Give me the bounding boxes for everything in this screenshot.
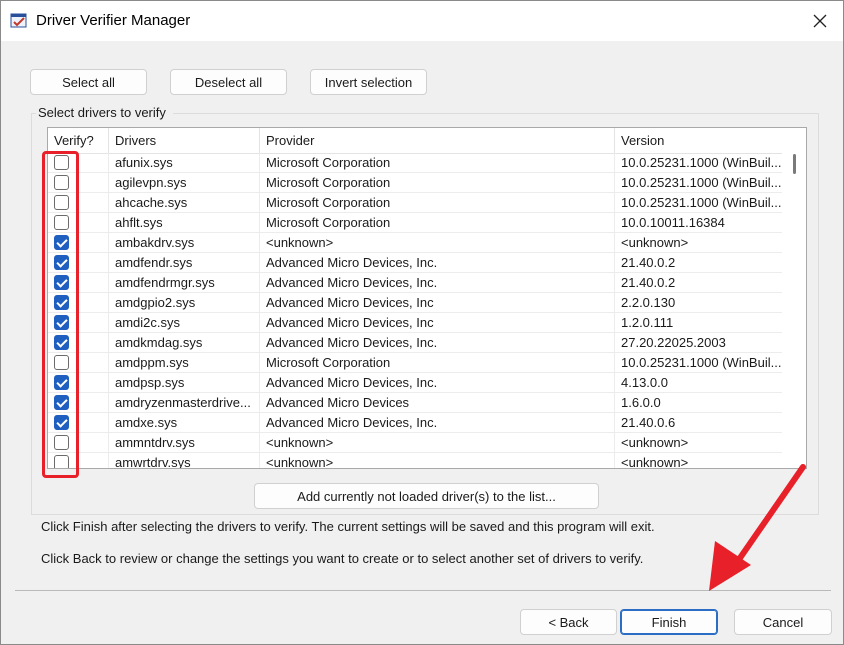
driver-provider: Microsoft Corporation bbox=[260, 213, 615, 232]
driver-name: amdkmdag.sys bbox=[109, 333, 260, 352]
driver-name: amwrtdrv.sys bbox=[109, 453, 260, 468]
driver-name: agilevpn.sys bbox=[109, 173, 260, 192]
cancel-button[interactable]: Cancel bbox=[734, 609, 832, 635]
driver-provider: <unknown> bbox=[260, 233, 615, 252]
driver-version: 21.40.0.2 bbox=[621, 275, 676, 290]
driver-provider: Advanced Micro Devices, Inc. bbox=[260, 413, 615, 432]
scrollbar-thumb[interactable] bbox=[793, 154, 796, 174]
driver-provider: Microsoft Corporation bbox=[260, 353, 615, 372]
driver-name: amdpsp.sys bbox=[109, 373, 260, 392]
table-row[interactable]: afunix.sys Microsoft Corporation 10.0.2523… bbox=[48, 153, 782, 173]
add-not-loaded-drivers-button[interactable]: Add currently not loaded driver(s) to th… bbox=[254, 483, 599, 509]
title-bar: Driver Verifier Manager bbox=[1, 1, 843, 41]
finish-info-text: Click Finish after selecting the drivers… bbox=[41, 519, 655, 534]
close-icon bbox=[813, 14, 827, 28]
driver-name: ammntdrv.sys bbox=[109, 433, 260, 452]
table-row[interactable]: amdfendr.sys Advanced Micro Devices, Inc.… bbox=[48, 253, 782, 273]
driver-version: 27.20.22025.2003 bbox=[621, 335, 726, 350]
list-header: Verify? Drivers Provider Version bbox=[48, 128, 782, 154]
driver-name: amdppm.sys bbox=[109, 353, 260, 372]
driver-name: amdi2c.sys bbox=[109, 313, 260, 332]
table-row[interactable]: amdppm.sys Microsoft Corporation 10.0.2523… bbox=[48, 353, 782, 373]
driver-provider: Advanced Micro Devices, Inc. bbox=[260, 253, 615, 272]
driver-verifier-window: Driver Verifier Manager Select all Desel… bbox=[0, 0, 844, 645]
window-title: Driver Verifier Manager bbox=[36, 12, 191, 29]
driver-provider: <unknown> bbox=[260, 433, 615, 452]
driver-provider: Microsoft Corporation bbox=[260, 153, 615, 172]
select-all-button[interactable]: Select all bbox=[30, 69, 147, 95]
driver-name: ahcache.sys bbox=[109, 193, 260, 212]
driver-verifier-app-icon bbox=[10, 12, 28, 30]
driver-name: amdfendr.sys bbox=[109, 253, 260, 272]
driver-version: <unknown> bbox=[621, 235, 689, 250]
driver-provider: Microsoft Corporation bbox=[260, 193, 615, 212]
driver-provider: Advanced Micro Devices, Inc bbox=[260, 293, 615, 312]
driver-version: 10.0.25231.1000 (WinBuil... bbox=[621, 155, 782, 170]
table-row[interactable]: ambakdrv.sys <unknown> <unknown> bbox=[48, 233, 782, 253]
table-row[interactable]: ammntdrv.sys <unknown> <unknown> bbox=[48, 433, 782, 453]
vertical-scrollbar[interactable] bbox=[782, 128, 806, 468]
driver-version: 1.6.0.0 bbox=[621, 395, 661, 410]
header-provider[interactable]: Provider bbox=[260, 128, 615, 153]
table-row[interactable]: agilevpn.sys Microsoft Corporation 10.0.25… bbox=[48, 173, 782, 193]
table-row[interactable]: amdkmdag.sys Advanced Micro Devices, Inc.… bbox=[48, 333, 782, 353]
driver-name: amdryzenmasterdrive... bbox=[109, 393, 260, 412]
driver-provider: Advanced Micro Devices bbox=[260, 393, 615, 412]
driver-version: 21.40.0.2 bbox=[621, 255, 676, 270]
driver-name: amdxe.sys bbox=[109, 413, 260, 432]
driver-name: amdfendrmgr.sys bbox=[109, 273, 260, 292]
annotation-arrow-icon bbox=[709, 464, 806, 591]
finish-button[interactable]: Finish bbox=[620, 609, 718, 635]
driver-version: 21.40.0.6 bbox=[621, 415, 676, 430]
header-drivers[interactable]: Drivers bbox=[109, 128, 260, 153]
annotation-highlight-box bbox=[42, 151, 79, 478]
driver-version: 2.2.0.130 bbox=[621, 295, 676, 310]
driver-provider: Advanced Micro Devices, Inc. bbox=[260, 273, 615, 292]
table-row[interactable]: amdgpio2.sys Advanced Micro Devices, Inc 2… bbox=[48, 293, 782, 313]
table-row[interactable]: amwrtdrv.sys <unknown> <unknown> bbox=[48, 453, 782, 468]
driver-version: 1.2.0.111 bbox=[621, 315, 674, 330]
driver-name: amdgpio2.sys bbox=[109, 293, 260, 312]
driver-name: afunix.sys bbox=[109, 153, 260, 172]
driver-name: ahflt.sys bbox=[109, 213, 260, 232]
table-row[interactable]: ahflt.sys Microsoft Corporation 10.0.10011… bbox=[48, 213, 782, 233]
driver-version: 4.13.0.0 bbox=[621, 375, 668, 390]
driver-provider: Advanced Micro Devices, Inc. bbox=[260, 333, 615, 352]
deselect-all-button[interactable]: Deselect all bbox=[170, 69, 287, 95]
driver-version: 10.0.25231.1000 (WinBuil... bbox=[621, 175, 782, 190]
table-row[interactable]: amdxe.sys Advanced Micro Devices, Inc. 21.… bbox=[48, 413, 782, 433]
close-button[interactable] bbox=[797, 1, 843, 41]
table-row[interactable]: amdfendrmgr.sys Advanced Micro Devices, I… bbox=[48, 273, 782, 293]
driver-name: ambakdrv.sys bbox=[109, 233, 260, 252]
invert-selection-button[interactable]: Invert selection bbox=[310, 69, 427, 95]
header-version[interactable]: Version bbox=[615, 128, 782, 153]
table-row[interactable]: amdi2c.sys Advanced Micro Devices, Inc 1.2… bbox=[48, 313, 782, 333]
driver-list[interactable]: Verify? Drivers Provider Version afunix.… bbox=[47, 127, 807, 469]
driver-version: 10.0.10011.16384 bbox=[621, 215, 725, 230]
driver-provider: Advanced Micro Devices, Inc. bbox=[260, 373, 615, 392]
driver-version: 10.0.25231.1000 (WinBuil... bbox=[621, 355, 782, 370]
table-row[interactable]: amdryzenmasterdrive... Advanced Micro Dev… bbox=[48, 393, 782, 413]
driver-provider: Advanced Micro Devices, Inc bbox=[260, 313, 615, 332]
driver-version: <unknown> bbox=[621, 435, 689, 450]
driver-provider: <unknown> bbox=[260, 453, 615, 468]
driver-provider: Microsoft Corporation bbox=[260, 173, 615, 192]
driver-version: 10.0.25231.1000 (WinBuil... bbox=[621, 195, 782, 210]
back-info-text: Click Back to review or change the setti… bbox=[41, 551, 644, 566]
table-row[interactable]: ahcache.sys Microsoft Corporation 10.0.252… bbox=[48, 193, 782, 213]
table-row[interactable]: amdpsp.sys Advanced Micro Devices, Inc. 4.… bbox=[48, 373, 782, 393]
group-label: Select drivers to verify bbox=[38, 105, 166, 120]
back-button[interactable]: < Back bbox=[520, 609, 617, 635]
header-verify[interactable]: Verify? bbox=[48, 128, 109, 153]
